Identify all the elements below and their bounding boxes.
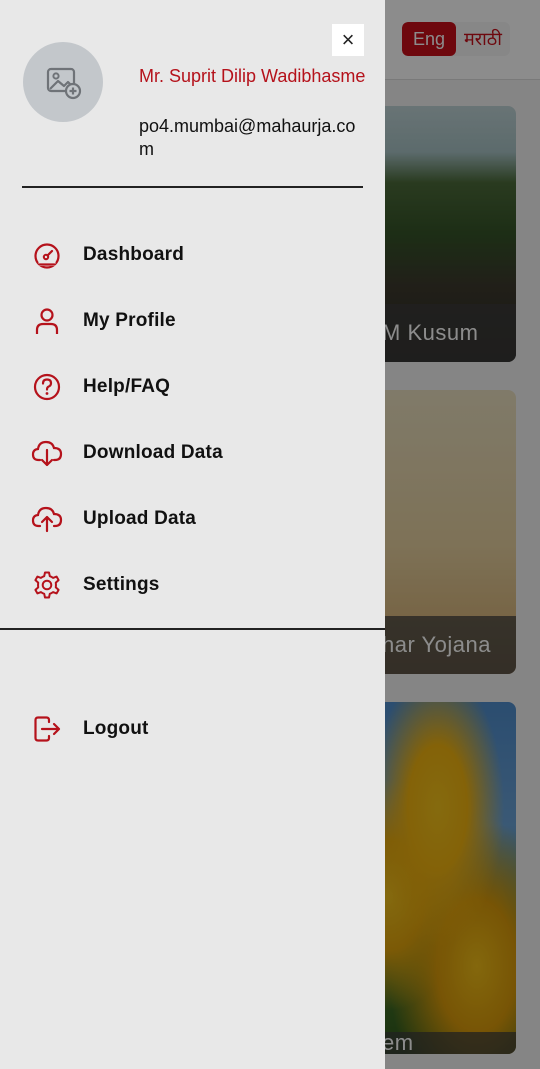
menu-item-label: Download Data (83, 442, 223, 463)
menu-item-logout[interactable]: Logout (0, 701, 385, 757)
cloud-download-icon (31, 437, 63, 469)
menu-item-dashboard[interactable]: Dashboard (0, 227, 385, 283)
gear-icon (31, 569, 63, 601)
avatar[interactable] (23, 42, 103, 122)
logout-icon (31, 713, 63, 745)
menu-item-label: Help/FAQ (83, 376, 171, 397)
menu-item-my-profile[interactable]: My Profile (0, 293, 385, 349)
dashboard-gauge-icon (31, 239, 63, 271)
menu-item-settings[interactable]: Settings (0, 557, 385, 613)
menu-item-help-faq[interactable]: Help/FAQ (0, 359, 385, 415)
divider (22, 186, 363, 188)
add-image-icon (46, 67, 82, 100)
menu-item-label: Dashboard (83, 244, 185, 265)
navigation-drawer: × Mr. Suprit Dilip Wadibhasme po4.mumbai… (0, 0, 385, 1069)
menu-item-upload-data[interactable]: Upload Data (0, 491, 385, 547)
menu-item-label: My Profile (83, 310, 176, 331)
cloud-upload-icon (31, 503, 63, 535)
user-name: Mr. Suprit Dilip Wadibhasme (139, 66, 366, 86)
menu-item-label: Logout (83, 718, 149, 739)
menu-item-label: Settings (83, 574, 160, 595)
user-icon (31, 305, 63, 337)
divider (0, 628, 385, 630)
close-button[interactable]: × (332, 24, 364, 56)
menu-item-label: Upload Data (83, 508, 197, 529)
menu-item-download-data[interactable]: Download Data (0, 425, 385, 481)
user-email: po4.mumbai@mahaurja.com (139, 116, 356, 159)
help-icon (31, 371, 63, 403)
